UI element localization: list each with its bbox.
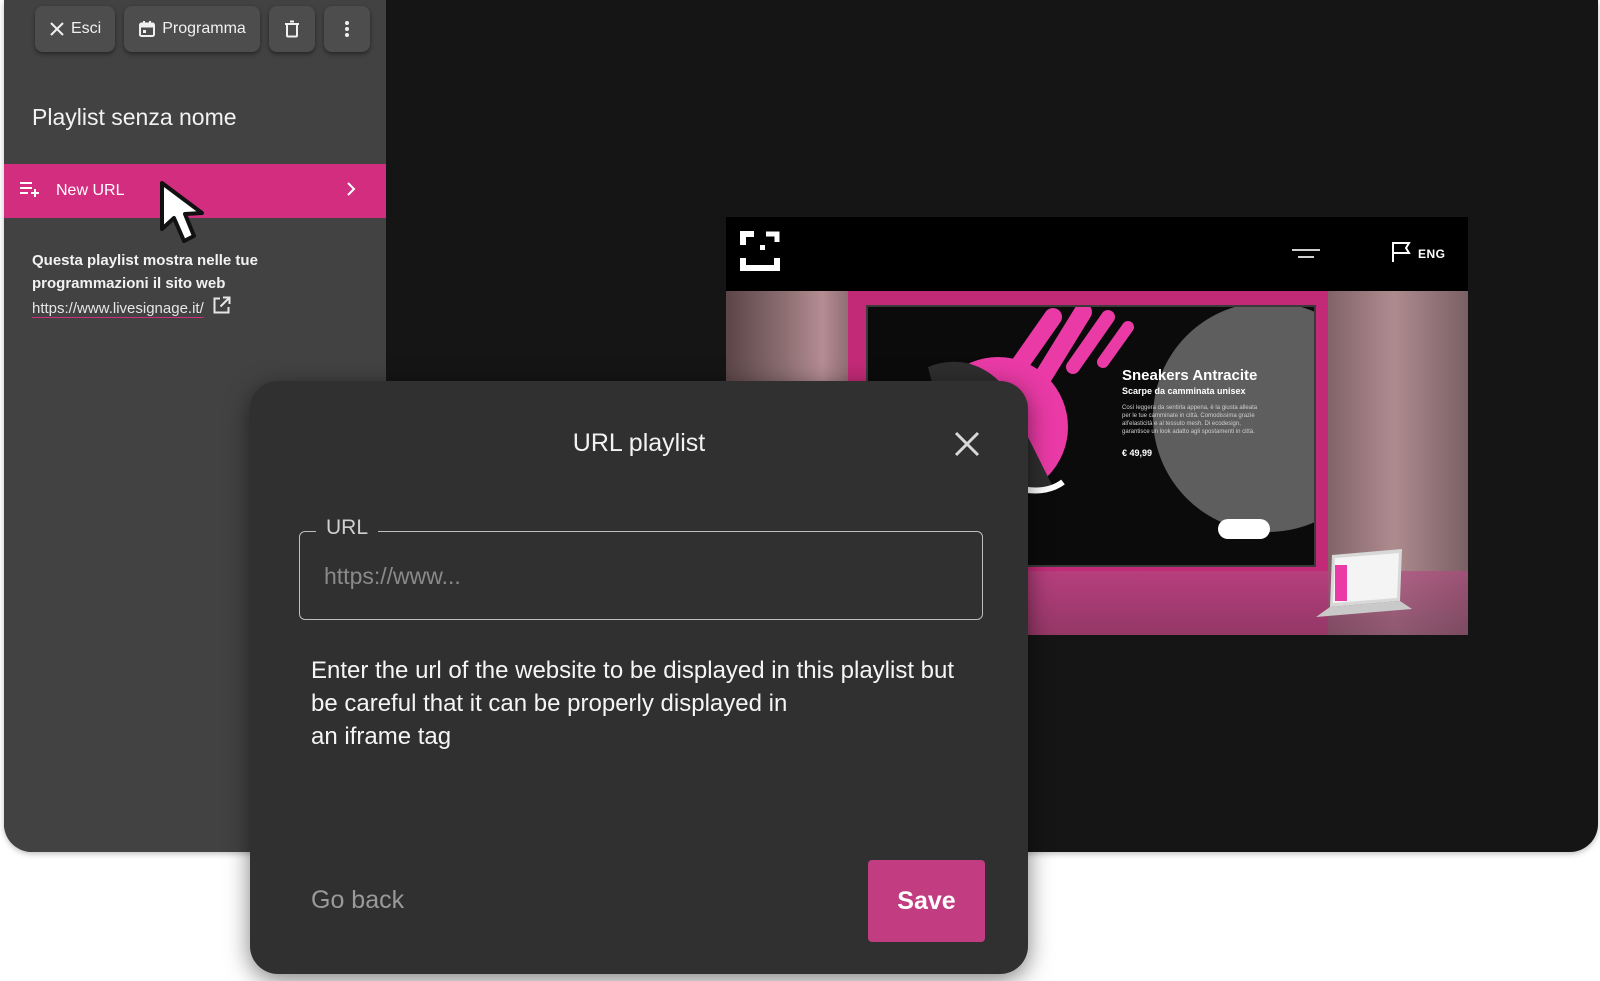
- laptop-image: [1316, 549, 1412, 617]
- save-button[interactable]: Save: [868, 860, 985, 942]
- exit-button-label: Esci: [71, 20, 102, 37]
- website-link[interactable]: https://www.livesignage.it/: [32, 300, 204, 317]
- calendar-icon: [138, 20, 156, 38]
- mouse-cursor-icon: [160, 181, 222, 252]
- toolbar: Esci Programma: [35, 6, 370, 52]
- language-selector[interactable]: ENG: [1390, 241, 1446, 266]
- info-block: Questa playlist mostra nelle tue program…: [32, 249, 362, 320]
- more-options-button[interactable]: [323, 6, 370, 52]
- language-label: ENG: [1418, 246, 1446, 261]
- product-description: Così leggera da sentirla appena, è la gi…: [1122, 405, 1258, 435]
- trash-icon: [284, 20, 300, 38]
- preview-header: ENG: [726, 217, 1468, 291]
- product-subtitle: Scarpe da camminata unisex: [1122, 386, 1246, 396]
- fullscreen-logo-icon: [740, 231, 780, 276]
- close-icon: [49, 21, 65, 37]
- playlist-add-icon: [20, 181, 40, 202]
- external-link-icon[interactable]: [212, 296, 231, 320]
- info-text: Questa playlist mostra nelle tue program…: [32, 252, 258, 292]
- url-playlist-dialog: URL playlist URL Enter the url of the we…: [250, 381, 1028, 974]
- save-button-label: Save: [897, 886, 956, 915]
- exit-button[interactable]: Esci: [35, 6, 116, 52]
- product-price: € 49,99: [1122, 448, 1153, 458]
- schedule-button-label: Programma: [162, 20, 246, 37]
- url-field: URL: [299, 516, 983, 620]
- flag-icon: [1390, 241, 1412, 266]
- go-back-button[interactable]: Go back: [311, 886, 404, 915]
- screen-text: Sneakers Antracite Scarpe da camminata u…: [1122, 367, 1262, 458]
- info-link-row: https://www.livesignage.it/: [32, 296, 362, 320]
- chevron-right-icon: [346, 181, 356, 202]
- dialog-description: Enter the url of the website to be displ…: [311, 657, 955, 750]
- dialog-title: URL playlist: [572, 429, 706, 457]
- close-dialog-icon[interactable]: [954, 431, 980, 462]
- schedule-button[interactable]: Programma: [124, 6, 260, 52]
- url-input[interactable]: [324, 554, 944, 598]
- delete-button[interactable]: [268, 6, 315, 52]
- url-field-label: URL: [316, 516, 379, 540]
- new-url-label: New URL: [56, 182, 125, 199]
- menu-icon[interactable]: [1292, 247, 1320, 265]
- more-vertical-icon: [344, 20, 350, 38]
- product-title: Sneakers Antracite: [1122, 367, 1258, 384]
- playlist-title: Playlist senza nome: [32, 104, 237, 130]
